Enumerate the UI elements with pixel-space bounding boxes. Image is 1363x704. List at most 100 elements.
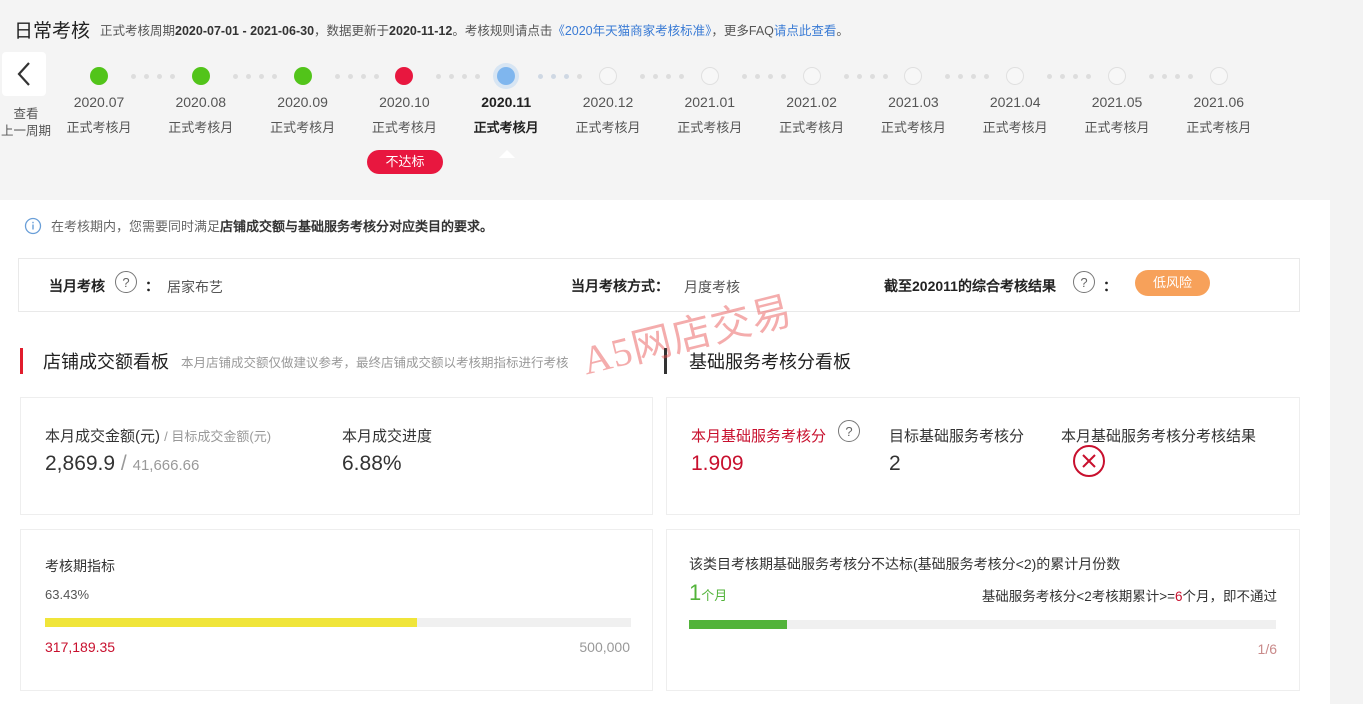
period-target-card: 考核期指标 63.43% 317,189.35 500,000 xyxy=(20,529,653,691)
assessment-info-row: 当月考核 ? ： 居家布艺 当月考核方式： 月度考核 截至202011的综合考核… xyxy=(18,258,1300,312)
period-progress-fill xyxy=(45,618,417,627)
faq-link[interactable]: 请点此查看 xyxy=(774,24,837,38)
assessment-header: 日常考核 正式考核周期2020-07-01 - 2021-06-30，数据更新于… xyxy=(0,0,1330,200)
timeline-month[interactable]: 2020.09 xyxy=(258,94,348,110)
timeline-connector-dot xyxy=(1175,74,1180,79)
timeline-connector-dot xyxy=(170,74,175,79)
failed-months-label: 该类目考核期基础服务考核分不达标(基础服务考核分<2)的累计月份数 xyxy=(689,556,1121,572)
timeline-connector-dot xyxy=(640,74,645,79)
updated-prefix: ，数据更新于 xyxy=(314,23,390,38)
timeline-dot-future[interactable] xyxy=(1108,67,1126,85)
timeline-month[interactable]: 2020.10 xyxy=(359,94,449,110)
failed-months-fill xyxy=(689,620,787,629)
failed-months-ratio: 1/6 xyxy=(1257,641,1277,657)
current-month-caret xyxy=(499,150,515,158)
timeline-connector-dot xyxy=(741,74,747,79)
timeline-month[interactable]: 2020.07 xyxy=(54,94,144,110)
chevron-left-icon xyxy=(17,62,30,86)
timeline-connector-dot xyxy=(882,74,888,79)
rule-number: 6 xyxy=(1174,589,1183,604)
period-meta: 正式考核周期2020-07-01 - 2021-06-30，数据更新于2020-… xyxy=(100,20,849,39)
notice-bold: 店铺成交额与基础服务考核分对应类目的要求。 xyxy=(220,219,494,234)
timeline-dot-passed[interactable] xyxy=(293,67,312,85)
timeline-connector-dot xyxy=(475,74,481,79)
faq-suffix: 。 xyxy=(836,23,849,38)
faq-prefix: ，更多FAQ xyxy=(711,23,774,38)
timeline-dot-future[interactable] xyxy=(904,67,923,85)
timeline-month-sub: 正式考核月 xyxy=(677,120,743,135)
timeline-dot-future[interactable] xyxy=(802,67,821,85)
timeline-connector-dot xyxy=(232,74,238,79)
help-icon[interactable]: ? xyxy=(838,420,860,442)
timeline-connector-dot xyxy=(1073,74,1079,79)
timeline-connector-dot xyxy=(538,74,544,79)
timeline-month[interactable]: 2020.12 xyxy=(563,94,653,110)
timeline-connector-dot xyxy=(754,74,760,79)
monthly-sales-card: 本月成交金额(元) / 目标成交金额(元) 2,869.9 / 41,666.6… xyxy=(20,397,653,515)
previous-period-label[interactable]: 查看 上一周期 xyxy=(0,106,52,140)
target-label: / 目标成交金额(元) xyxy=(164,429,272,444)
amount-value: 2,869.9 xyxy=(45,452,116,475)
timeline-connector-dot xyxy=(984,74,990,79)
failed-months-number: 1 xyxy=(689,580,702,605)
timeline-connector-dot xyxy=(1149,74,1154,79)
target-value: 41,666.66 xyxy=(132,457,200,474)
timeline-month[interactable]: 2020.08 xyxy=(156,94,246,110)
help-icon[interactable]: ? xyxy=(1073,271,1095,293)
timeline-month-sub: 正式考核月 xyxy=(1186,120,1252,135)
sales-board-header: 店铺成交额看板 本月店铺成交额仅做建议参考，最终店铺成交额以考核期指标进行考核 xyxy=(20,348,569,374)
failed-months-card: 该类目考核期基础服务考核分不达标(基础服务考核分<2)的累计月份数 1个月 基础… xyxy=(666,529,1300,691)
period-target-label: 考核期指标 xyxy=(45,558,115,574)
timeline-connector-dot xyxy=(577,74,583,79)
previous-period-label-line1: 查看 xyxy=(13,107,39,121)
timeline-connector-dot xyxy=(347,74,353,79)
timeline-connector-dot xyxy=(971,74,977,79)
method-label: 当月考核方式： xyxy=(571,278,669,294)
monthly-sales-label: 本月成交金额(元) / 目标成交金额(元) xyxy=(45,425,271,446)
timeline-dot-future[interactable] xyxy=(1006,67,1025,85)
timeline-connector-dot xyxy=(271,74,277,79)
timeline-month[interactable]: 2021.05 xyxy=(1072,94,1162,110)
timeline-dot-future[interactable] xyxy=(599,67,617,85)
period-range: 2020-07-01 - 2021-06-30 xyxy=(175,23,315,38)
timeline-month[interactable]: 2021.01 xyxy=(665,94,755,110)
timeline-connector-dot xyxy=(767,74,773,79)
sales-board-title: 店铺成交额看板 xyxy=(43,352,169,372)
target-score-label: 目标基础服务考核分 xyxy=(889,428,1025,445)
timeline-month[interactable]: 2021.06 xyxy=(1174,94,1264,110)
timeline-dot-passed[interactable] xyxy=(191,67,210,85)
timeline-connector-dot xyxy=(679,74,684,79)
timeline-connector-dot xyxy=(653,74,658,79)
timeline-month[interactable]: 2020.11 xyxy=(461,94,551,110)
rule-text-b: 个月，即不通过 xyxy=(1182,589,1278,604)
timeline-dot-current[interactable] xyxy=(497,67,516,85)
timeline-month[interactable]: 2021.03 xyxy=(868,94,958,110)
amount-label: 本月成交金额(元) xyxy=(45,428,160,445)
timeline-month[interactable]: 2021.04 xyxy=(970,94,1060,110)
failed-months-rule: 基础服务考核分<2考核期累计>=6个月，即不通过 xyxy=(982,585,1277,605)
sales-board-note: 本月店铺成交额仅做建议参考，最终店铺成交额以考核期指标进行考核 xyxy=(181,355,569,370)
timeline-month[interactable]: 2021.02 xyxy=(767,94,857,110)
period-target-value: 500,000 xyxy=(579,639,630,655)
timeline-connector-dot xyxy=(869,74,875,79)
timeline-connector-dot xyxy=(945,74,951,79)
timeline-dot-future[interactable] xyxy=(1209,67,1228,85)
timeline-connector-dot xyxy=(144,74,149,79)
result-colon: ： xyxy=(1103,278,1117,294)
timeline-dot-future[interactable] xyxy=(700,67,719,85)
help-icon[interactable]: ? xyxy=(115,271,137,293)
timeline-connector-dot xyxy=(373,74,379,79)
notice: 在考核期内，您需要同时满足 店铺成交额与基础服务考核分对应类目的要求。 xyxy=(24,216,493,235)
timeline-dot-passed[interactable] xyxy=(90,67,108,85)
timeline-connector-dot xyxy=(449,74,455,79)
info-icon xyxy=(24,217,42,234)
category-colon: ： xyxy=(145,278,159,294)
failed-months-count: 1个月 xyxy=(689,580,727,606)
scrollbar[interactable] xyxy=(1330,0,1363,704)
timeline-dot-failed[interactable] xyxy=(395,67,414,85)
service-score-value: 1.909 xyxy=(691,452,744,475)
previous-period-button[interactable] xyxy=(2,52,46,96)
title-row: 日常考核 正式考核周期2020-07-01 - 2021-06-30，数据更新于… xyxy=(14,16,849,42)
timeline-month-sub: 正式考核月 xyxy=(473,120,539,135)
rules-link[interactable]: 《2020年天猫商家考核标准》 xyxy=(552,24,711,38)
